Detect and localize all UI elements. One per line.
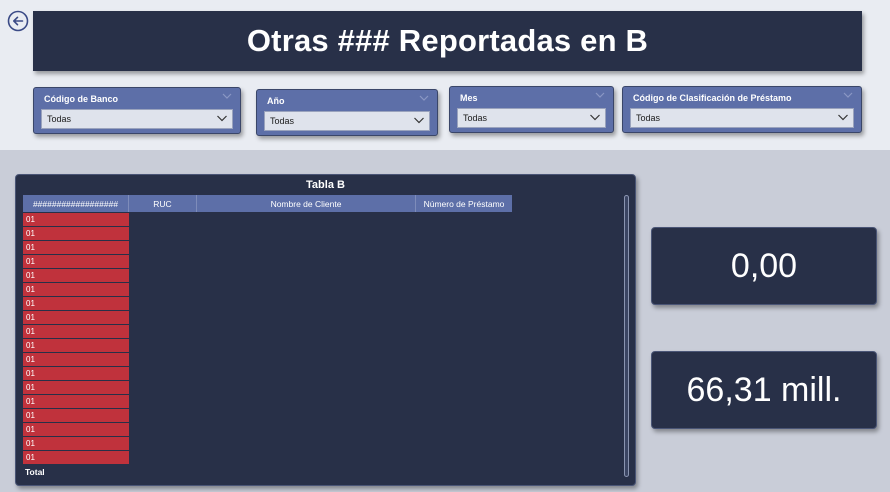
chevron-down-icon[interactable] (595, 91, 605, 99)
kpi-value: 0,00 (730, 246, 798, 285)
kpi-card-1: 0,00 (651, 227, 877, 305)
table-card: Tabla B ################## RUC Nombre de… (15, 174, 636, 486)
vertical-scrollbar[interactable] (624, 195, 629, 477)
table-row[interactable]: 01 (23, 241, 129, 254)
slicer-value: Todas (463, 113, 488, 123)
table-row[interactable]: 01 (23, 409, 129, 422)
kpi-card-2: 66,31 mill. (651, 351, 877, 429)
slicer-value: Todas (270, 116, 295, 126)
slicer-clasificacion-prestamo: Código de Clasificación de Préstamo Toda… (622, 86, 862, 133)
chevron-down-icon (217, 115, 227, 122)
table-row[interactable]: 01 (23, 367, 129, 380)
table-row[interactable]: 01 (23, 423, 129, 436)
slicer-label: Año (267, 96, 285, 106)
table-row[interactable]: 01 (23, 451, 129, 464)
slicer-anio: Año Todas (256, 89, 438, 136)
slicer-value: Todas (636, 113, 661, 123)
column-header-nombre-cliente[interactable]: Nombre de Cliente (197, 195, 416, 212)
table-row[interactable]: 01 (23, 255, 129, 268)
table-total-label: Total (25, 467, 45, 477)
scrollbar-thumb[interactable] (624, 195, 629, 477)
slicer-label: Código de Clasificación de Préstamo (633, 93, 792, 103)
chevron-down-icon (590, 114, 600, 121)
chevron-down-icon[interactable] (843, 91, 853, 99)
slicer-codigo-banco: Código de Banco Todas (33, 87, 241, 134)
table-row[interactable]: 01 (23, 395, 129, 408)
chevron-down-icon (414, 117, 424, 124)
column-header[interactable]: ################## (23, 195, 129, 212)
table-row[interactable]: 01 (23, 325, 129, 338)
table-row[interactable]: 01 (23, 297, 129, 310)
slicer-dropdown[interactable]: Todas (457, 108, 606, 128)
title-bar: Otras ### Reportadas en B (33, 11, 862, 71)
table-title: Tabla B (306, 179, 345, 191)
column-header-ruc[interactable]: RUC (129, 195, 197, 212)
slicer-dropdown[interactable]: Todas (41, 109, 233, 129)
page-title: Otras ### Reportadas en B (246, 23, 649, 58)
table-row[interactable]: 01 (23, 227, 129, 240)
kpi-value: 66,31 mill. (686, 370, 842, 409)
table-row[interactable]: 01 (23, 437, 129, 450)
back-arrow-icon (7, 10, 29, 32)
table-row[interactable]: 01 (23, 283, 129, 296)
table-row[interactable]: 01 (23, 311, 129, 324)
table-row[interactable]: 01 (23, 269, 129, 282)
slicer-label: Mes (460, 93, 478, 103)
slicer-mes: Mes Todas (449, 86, 614, 133)
chevron-down-icon (838, 114, 848, 121)
table-row[interactable]: 01 (23, 213, 129, 226)
slicer-value: Todas (47, 114, 72, 124)
back-button[interactable] (7, 10, 29, 32)
slicer-label: Código de Banco (44, 94, 118, 104)
table-row[interactable]: 01 (23, 381, 129, 394)
column-header-numero-prestamo[interactable]: Número de Préstamo (416, 195, 512, 212)
slicer-dropdown[interactable]: Todas (264, 111, 430, 131)
table-row[interactable]: 01 (23, 353, 129, 366)
table-row[interactable]: 01 (23, 339, 129, 352)
table-rows: 01 01 01 01 01 01 01 01 01 01 01 01 01 0… (23, 213, 129, 465)
chevron-down-icon[interactable] (419, 94, 429, 102)
chevron-down-icon[interactable] (222, 92, 232, 100)
slicer-dropdown[interactable]: Todas (630, 108, 854, 128)
